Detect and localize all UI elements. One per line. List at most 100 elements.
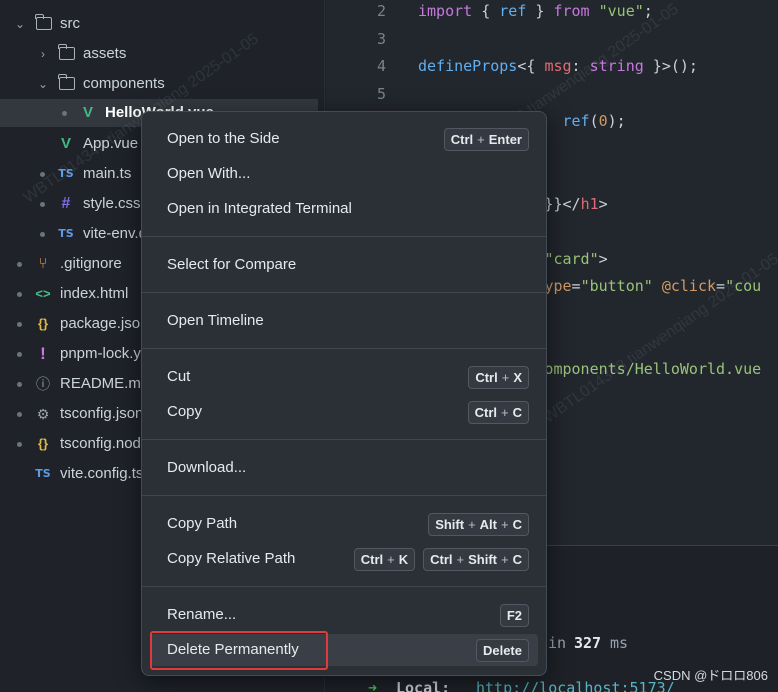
modified-dot-icon [62,111,67,116]
menu-item-label: Copy Relative Path [167,550,296,567]
vue-file-icon: V [82,104,93,121]
tree-folder-assets[interactable]: › assets [0,40,318,68]
menu-item-download[interactable]: Download... [150,452,538,484]
gear-icon: ⚙ [36,406,50,422]
shortcut-keys: Ctrl + Enter [443,128,529,151]
chevron-right-icon: › [41,47,45,61]
shortcut-keys: Ctrl + C [467,401,529,424]
tree-label: src [60,15,80,32]
menu-item-open-with[interactable]: Open With... [150,158,538,190]
menu-item-open-timeline[interactable]: Open Timeline [150,305,538,337]
menu-item-label: Open in Integrated Terminal [167,200,352,217]
menu-item-label: Copy Path [167,515,238,532]
menu-item-copy[interactable]: Copy Ctrl + C [150,396,538,428]
modified-dot-icon [17,442,22,447]
tree-label: assets [83,45,127,62]
menu-separator [142,586,546,587]
tree-label: package.json [60,315,149,332]
git-file-icon: ⑂ [38,255,48,272]
tree-label: main.ts [83,165,132,182]
key-chip: F2 [499,604,529,627]
json-file-icon: {} [37,436,49,451]
line-number: 3 [376,29,386,48]
menu-item-label: Download... [167,459,247,476]
tree-folder-src[interactable]: ⌄ src [0,10,318,38]
key-chip: Ctrl + X [468,366,529,389]
menu-item-label: Select for Compare [167,256,297,273]
key-chip: Ctrl + Enter [443,128,529,151]
local-url-link[interactable]: http://localhost:5173/ [476,679,675,692]
key-chip: Ctrl + K [353,548,416,571]
css-file-icon: # [61,195,71,212]
menu-separator [142,236,546,237]
modified-dot-icon [17,352,22,357]
key-chip: Shift + Alt + C [428,513,529,536]
modified-dot-icon [40,202,45,207]
typescript-file-icon: TS [58,227,74,240]
vue-file-icon: V [60,135,71,152]
yaml-file-icon: ! [40,344,46,363]
menu-item-open-to-side[interactable]: Open to the Side Ctrl + Enter [150,123,538,155]
modified-dot-icon [40,172,45,177]
local-label: Local: [396,679,451,692]
code-text: defineProps<{ msg: string }>(); [418,57,698,75]
shortcut-keys: F2 [499,604,529,627]
menu-item-copy-relative-path[interactable]: Copy Relative Path Ctrl + K Ctrl + Shift + C [150,543,538,575]
menu-item-label: Open With... [167,165,251,182]
folder-icon [58,44,75,60]
shortcut-keys: Shift + Alt + C [428,513,529,536]
line-number: 5 [376,84,386,103]
menu-item-select-compare[interactable]: Select for Compare [150,249,538,281]
typescript-file-icon: TS [35,467,51,480]
tree-label: index.html [60,285,129,302]
key-chip: Ctrl + C [467,401,529,424]
menu-item-label: Open Timeline [167,312,264,329]
shortcut-keys: Delete [475,639,529,662]
menu-separator [142,495,546,496]
typescript-file-icon: TS [58,167,74,180]
menu-separator [142,348,546,349]
menu-item-copy-path[interactable]: Copy Path Shift + Alt + C [150,508,538,540]
modified-dot-icon [17,262,22,267]
modified-dot-icon [17,322,22,327]
csdn-credit: CSDN @ドロロ806 [653,668,768,683]
shortcut-keys: Ctrl + K Ctrl + Shift + C [353,548,529,571]
key-chip: Ctrl + Shift + C [423,548,529,571]
arrow-icon: ➜ [368,679,378,692]
menu-item-label: Rename... [167,606,237,623]
tree-folder-components[interactable]: ⌄ components [0,70,318,98]
menu-separator [142,439,546,440]
menu-separator [142,292,546,293]
json-file-icon: {} [37,316,49,331]
menu-item-rename[interactable]: Rename... F2 [150,599,538,631]
red-highlight-box [150,631,328,670]
ready-in-text: in [548,634,567,652]
key-chip: Delete [475,639,529,662]
shortcut-keys: Ctrl + X [468,366,529,389]
chevron-down-icon: ⌄ [14,17,26,31]
line-number: 2 [376,2,386,20]
menu-item-open-terminal[interactable]: Open in Integrated Terminal [150,193,538,225]
modified-dot-icon [17,412,22,417]
ready-ms-value: 327 [574,634,602,652]
tree-label: README.md [60,375,150,392]
tree-label: App.vue [83,135,139,152]
menu-item-label: Open to the Side [167,130,280,147]
info-file-icon: ⓘ [36,376,50,392]
code-text: import { ref } from "vue"; [418,2,653,20]
tree-label: .gitignore [60,255,122,272]
modified-dot-icon [17,292,22,297]
tree-label: vite.config.ts [60,465,144,482]
folder-icon [35,14,52,30]
modified-dot-icon [40,232,45,237]
html-file-icon: <> [35,286,51,301]
context-menu: Open to the Side Ctrl + Enter Open With...… [141,111,547,676]
tree-label: components [83,75,165,92]
chevron-down-icon: ⌄ [37,77,49,91]
folder-icon [58,74,75,90]
tree-label: style.css [83,195,141,212]
menu-item-cut[interactable]: Cut Ctrl + X [150,361,538,393]
ready-ms-unit: ms [610,634,629,652]
line-number: 4 [376,57,386,75]
tree-label: tsconfig.json [60,405,144,422]
